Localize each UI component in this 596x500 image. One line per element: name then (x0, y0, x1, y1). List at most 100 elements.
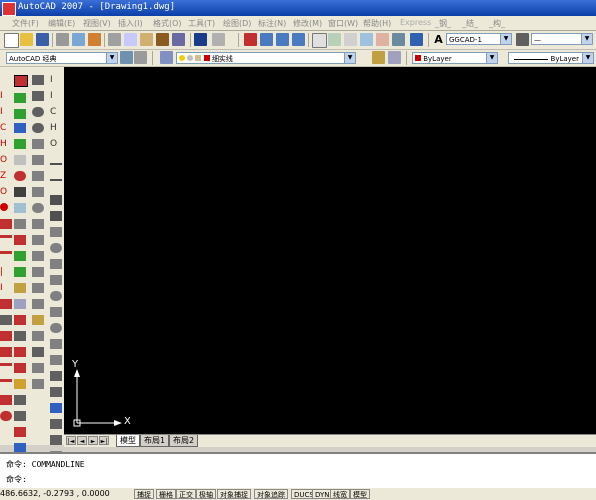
custom-tool-icon[interactable] (0, 315, 12, 325)
linetype-select[interactable]: ByLayer ▼ (508, 52, 594, 64)
snap-extension-icon[interactable] (14, 139, 26, 149)
chevron-down-icon[interactable]: ▼ (581, 34, 592, 44)
workspace-select[interactable]: AutoCAD 经典 ▼ (6, 52, 118, 64)
snap-node-icon[interactable] (14, 235, 26, 245)
autocad-app-icon[interactable] (2, 2, 16, 16)
menu-format[interactable]: 格式(O) (153, 18, 182, 29)
paste-icon[interactable] (140, 33, 153, 46)
region-icon[interactable] (50, 339, 62, 349)
tab-layout1[interactable]: 布局1 (140, 435, 170, 447)
custom-tool-icon[interactable]: O (0, 155, 12, 165)
text-style-select[interactable]: GGCAD-1 ▼ (446, 33, 512, 45)
tool-icon[interactable] (14, 379, 26, 389)
print-icon[interactable] (56, 33, 69, 46)
custom-tool-icon[interactable]: | (0, 267, 12, 277)
menu-draw[interactable]: 绘图(D) (223, 18, 251, 29)
custom-tool-icon[interactable] (0, 235, 12, 238)
color-select[interactable]: ByLayer ▼ (412, 52, 498, 64)
dimension-icon[interactable] (32, 299, 44, 309)
point-icon[interactable] (50, 291, 62, 301)
make-layer-current-icon[interactable] (372, 51, 385, 64)
menu-modify[interactable]: 修改(M) (293, 18, 322, 29)
tool-palettes-icon[interactable] (344, 33, 357, 46)
tool-icon[interactable] (14, 363, 26, 373)
chevron-down-icon[interactable]: ▼ (582, 53, 593, 63)
pan-icon[interactable] (244, 33, 257, 46)
custom-tool-icon[interactable]: H (0, 139, 12, 149)
block-editor-icon[interactable] (172, 33, 185, 46)
line-icon[interactable]: I (50, 75, 62, 85)
tool-icon[interactable] (14, 411, 26, 421)
menu-construct[interactable]: _构_ (489, 18, 505, 29)
dimension-icon[interactable] (32, 187, 44, 197)
ellipse-icon[interactable] (50, 227, 62, 237)
undo-icon[interactable] (194, 33, 207, 46)
menu-help[interactable]: 帮助(H) (363, 18, 391, 29)
menu-view[interactable]: 视图(V) (83, 18, 111, 29)
circle-icon[interactable] (50, 179, 62, 181)
custom-tool-icon[interactable]: Z (0, 171, 12, 181)
snap-center-icon[interactable] (14, 155, 26, 165)
menu-steel[interactable]: _钢_ (435, 18, 451, 29)
redo-icon[interactable] (212, 33, 225, 46)
dimension-icon[interactable] (32, 123, 44, 133)
menu-dimension[interactable]: 标注(N) (258, 18, 286, 29)
command-window[interactable]: 命令: COMMANDLINE 命令: (0, 452, 596, 488)
snap-toggle[interactable]: 捕捉 (134, 489, 154, 499)
dimension-icon[interactable] (32, 331, 44, 341)
dim-style-icon[interactable] (516, 33, 529, 46)
revcloud-icon[interactable] (50, 195, 62, 205)
layer-select[interactable]: 细实线 ▼ (176, 52, 356, 64)
first-tab-button[interactable]: |◄ (66, 436, 76, 445)
dimension-icon[interactable] (32, 251, 44, 261)
custom-tool-icon[interactable] (0, 331, 12, 341)
polar-toggle[interactable]: 极轴 (196, 489, 216, 499)
menu-structure[interactable]: _结_ (462, 18, 478, 29)
next-tab-button[interactable]: ► (88, 436, 98, 445)
custom-tool-icon[interactable] (0, 363, 12, 366)
otrack-toggle[interactable]: 对象追踪 (254, 489, 288, 499)
snap-insert-icon[interactable] (14, 251, 26, 261)
snap-nearest-icon[interactable] (14, 267, 26, 277)
custom-tool-icon[interactable]: I (0, 91, 12, 101)
custom-tool-icon[interactable]: I (0, 107, 12, 117)
snap-endpoint-icon[interactable] (14, 75, 28, 87)
snap-apparent-icon[interactable] (14, 123, 26, 133)
dimension-icon[interactable] (32, 155, 44, 165)
dim-style-select[interactable]: — ▼ (531, 33, 593, 45)
custom-tool-icon[interactable] (0, 251, 12, 254)
command-prompt[interactable]: 命令: (6, 474, 27, 485)
custom-tool-icon[interactable] (0, 299, 12, 309)
menu-edit[interactable]: 编辑(E) (48, 18, 75, 29)
custom-tool-icon[interactable] (0, 411, 12, 421)
dimension-icon[interactable] (32, 347, 44, 357)
calculator-icon[interactable] (392, 33, 405, 46)
custom-tool-icon[interactable]: O (0, 187, 12, 197)
zoom-window-icon[interactable] (276, 33, 289, 46)
chevron-down-icon[interactable]: ▼ (500, 34, 511, 44)
custom-tool-icon[interactable] (0, 379, 12, 382)
text-style-icon[interactable]: A (432, 33, 445, 46)
dimension-icon[interactable] (32, 235, 44, 245)
dimension-icon[interactable] (32, 379, 44, 389)
help-icon[interactable] (410, 33, 423, 46)
tool-icon[interactable] (14, 347, 26, 357)
prev-tab-button[interactable]: ◄ (77, 436, 87, 445)
zoom-previous-icon[interactable] (292, 33, 305, 46)
dimension-icon[interactable] (32, 267, 44, 277)
polyline-icon[interactable]: C (50, 107, 62, 117)
markup-icon[interactable] (376, 33, 389, 46)
match-properties-icon[interactable] (156, 33, 169, 46)
tool-icon[interactable] (14, 315, 26, 325)
dimension-icon[interactable] (32, 283, 44, 293)
zoom-realtime-icon[interactable] (260, 33, 273, 46)
table-icon[interactable] (50, 355, 62, 365)
lineweight-toggle[interactable]: 线宽 (330, 489, 350, 499)
custom-tool-icon[interactable] (0, 347, 12, 357)
hatch-icon[interactable] (50, 307, 62, 317)
dimension-icon[interactable] (32, 315, 44, 325)
tool-icon[interactable] (50, 435, 62, 445)
osnap-toggle[interactable]: 对象捕捉 (217, 489, 251, 499)
rectangle-icon[interactable]: O (50, 139, 62, 149)
dimension-icon[interactable] (32, 107, 44, 117)
